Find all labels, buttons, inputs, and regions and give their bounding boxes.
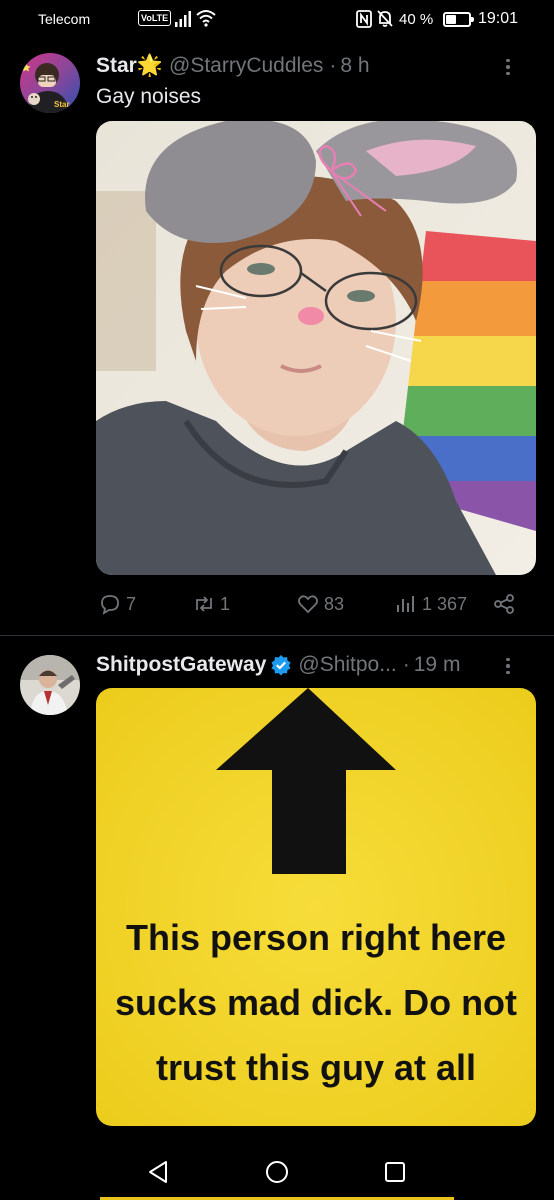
- avatar[interactable]: Star: [20, 53, 80, 113]
- battery-icon: [443, 12, 474, 27]
- views-count: 1 367: [422, 593, 468, 614]
- meme-line-3: trust this guy at all: [156, 1047, 476, 1088]
- tweet-actions: 7 1 83 1 367: [96, 592, 536, 620]
- tweet[interactable]: Star Star🌟 @StarryCuddles · 8 h Gay nois…: [0, 40, 554, 636]
- tweet-photo[interactable]: [96, 121, 536, 575]
- avatar-badge-text: Star: [54, 100, 70, 109]
- system-nav-bar: [0, 1147, 554, 1200]
- home-icon[interactable]: [262, 1157, 292, 1187]
- separator: ·: [402, 653, 410, 676]
- battery-percent: 40 %: [399, 11, 434, 28]
- timestamp[interactable]: 19 m: [414, 653, 461, 677]
- retweet-icon: [196, 596, 212, 612]
- meme-line-2: sucks mad dick. Do not: [115, 982, 517, 1023]
- retweet-count: 1: [220, 593, 231, 614]
- more-icon[interactable]: [500, 654, 516, 678]
- tweet-text: Gay noises: [96, 85, 202, 108]
- signal-icon: [175, 11, 191, 27]
- tweet-photo[interactable]: This person right here sucks mad dick. D…: [96, 688, 536, 1126]
- views-icon: [397, 596, 414, 612]
- reply-icon: [101, 595, 119, 615]
- separator: ·: [329, 54, 337, 77]
- timestamp[interactable]: 8 h: [340, 54, 369, 78]
- volte-icon: VoLTE: [138, 10, 172, 26]
- tweet-header: Star🌟 @StarryCuddles · 8 h: [96, 53, 534, 79]
- tweet-header: ShitpostGateway @Shitpo... · 19 m: [96, 652, 534, 678]
- verified-badge-icon: [271, 655, 291, 676]
- nfc-icon: [356, 10, 372, 28]
- views-button[interactable]: 1 367: [394, 592, 467, 616]
- like-count: 83: [324, 593, 345, 614]
- meme-sign-image: This person right here sucks mad dick. D…: [96, 688, 536, 1126]
- battery-fill: [446, 15, 456, 24]
- back-icon[interactable]: [144, 1157, 174, 1187]
- retweet-button[interactable]: 1: [192, 592, 230, 616]
- avatar-image: Star: [20, 53, 80, 113]
- display-name[interactable]: ShitpostGateway: [96, 653, 266, 677]
- tweet[interactable]: ShitpostGateway @Shitpo... · 19 m This p…: [0, 637, 554, 1147]
- mute-bell-icon: [377, 10, 393, 27]
- handle[interactable]: @Shitpo...: [298, 653, 396, 677]
- reply-count: 7: [126, 593, 137, 614]
- carrier-label: Telecom: [38, 11, 91, 27]
- avatar[interactable]: [20, 655, 80, 715]
- share-button[interactable]: [492, 592, 516, 616]
- status-bar: Telecom VoLTE 40 % 19:01: [0, 0, 554, 40]
- handle[interactable]: @StarryCuddles: [169, 54, 323, 78]
- meme-line-1: This person right here: [126, 917, 506, 958]
- wifi-icon: [196, 10, 216, 27]
- like-button[interactable]: 83: [296, 592, 344, 616]
- share-icon: [494, 594, 514, 614]
- clock: 19:01: [478, 10, 519, 27]
- display-name[interactable]: Star🌟: [96, 54, 163, 78]
- reply-button[interactable]: 7: [98, 592, 136, 616]
- photo-selfie-image: [96, 121, 536, 575]
- heart-icon: [298, 595, 318, 614]
- recents-icon[interactable]: [380, 1157, 410, 1187]
- avatar-image: [20, 655, 80, 715]
- more-icon[interactable]: [500, 55, 516, 79]
